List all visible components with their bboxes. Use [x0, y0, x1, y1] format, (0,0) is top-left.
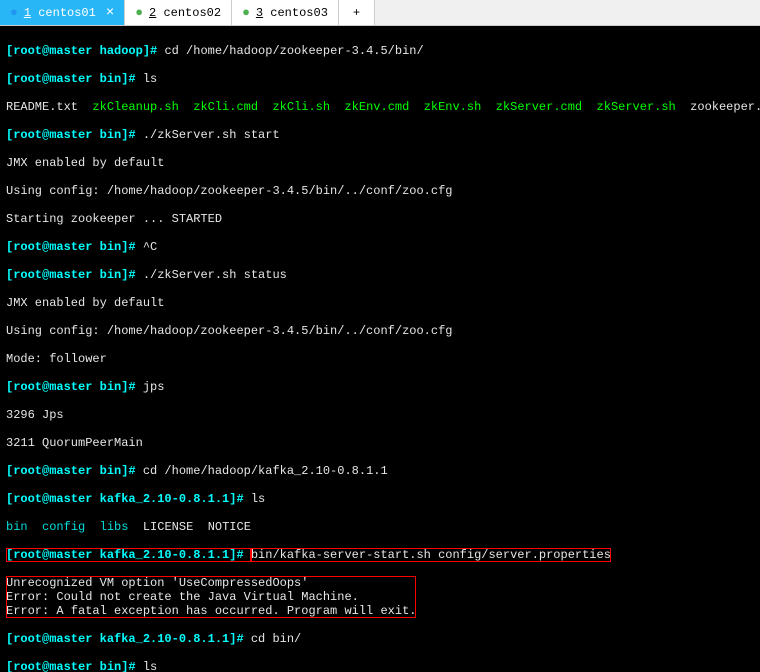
tab-label: 2 centos02	[149, 6, 221, 20]
tab-label: 1 centos01	[24, 6, 96, 20]
prompt: [root@master bin]#	[6, 660, 143, 672]
output: JMX enabled by default	[6, 296, 754, 310]
output: 3211 QuorumPeerMain	[6, 436, 754, 450]
output: JMX enabled by default	[6, 156, 754, 170]
tab-status-icon: ●	[242, 5, 250, 20]
output: Using config: /home/hadoop/zookeeper-3.4…	[6, 324, 754, 338]
cmd: cd /home/hadoop/kafka_2.10-0.8.1.1	[143, 464, 388, 478]
cmd: jps	[143, 380, 165, 394]
prompt: [root@master bin]#	[6, 268, 143, 282]
prompt-boxed: [root@master kafka_2.10-0.8.1.1]#	[6, 548, 251, 562]
cmd: ls	[143, 660, 157, 672]
cmd: cd /home/hadoop/zookeeper-3.4.5/bin/	[164, 44, 423, 58]
tab-status-icon: ●	[10, 5, 18, 20]
error-box: Unrecognized VM option 'UseCompressedOop…	[6, 576, 416, 618]
output: Using config: /home/hadoop/zookeeper-3.4…	[6, 184, 754, 198]
output: 3296 Jps	[6, 408, 754, 422]
prompt: [root@master bin]#	[6, 128, 143, 142]
cmd-boxed: bin/kafka-server-start.sh config/server.…	[251, 548, 611, 562]
ls-output: bin config libs LICENSE NOTICE	[6, 520, 754, 534]
tab-bar: ● 1 centos01 × ● 2 centos02 ● 3 centos03…	[0, 0, 760, 26]
new-tab-button[interactable]: +	[339, 0, 375, 25]
output: Mode: follower	[6, 352, 754, 366]
terminal[interactable]: [root@master hadoop]# cd /home/hadoop/zo…	[0, 26, 760, 672]
ls-output: README.txt zkCleanup.sh zkCli.cmd zkCli.…	[6, 100, 754, 114]
cmd: ^C	[143, 240, 157, 254]
tab-centos01[interactable]: ● 1 centos01 ×	[0, 0, 125, 25]
cmd: ls	[143, 72, 157, 86]
cmd: ./zkServer.sh start	[143, 128, 280, 142]
prompt: [root@master kafka_2.10-0.8.1.1]#	[6, 492, 251, 506]
tab-centos02[interactable]: ● 2 centos02	[125, 0, 232, 25]
output: Starting zookeeper ... STARTED	[6, 212, 754, 226]
prompt: [root@master bin]#	[6, 464, 143, 478]
tab-centos03[interactable]: ● 3 centos03	[232, 0, 339, 25]
tab-label: 3 centos03	[256, 6, 328, 20]
prompt: [root@master hadoop]#	[6, 44, 164, 58]
cmd: cd bin/	[251, 632, 301, 646]
cmd: ls	[251, 492, 265, 506]
prompt: [root@master bin]#	[6, 72, 143, 86]
prompt: [root@master bin]#	[6, 380, 143, 394]
prompt: [root@master bin]#	[6, 240, 143, 254]
tab-status-icon: ●	[135, 5, 143, 20]
close-icon[interactable]: ×	[106, 5, 114, 21]
prompt: [root@master kafka_2.10-0.8.1.1]#	[6, 632, 251, 646]
cmd: ./zkServer.sh status	[143, 268, 287, 282]
